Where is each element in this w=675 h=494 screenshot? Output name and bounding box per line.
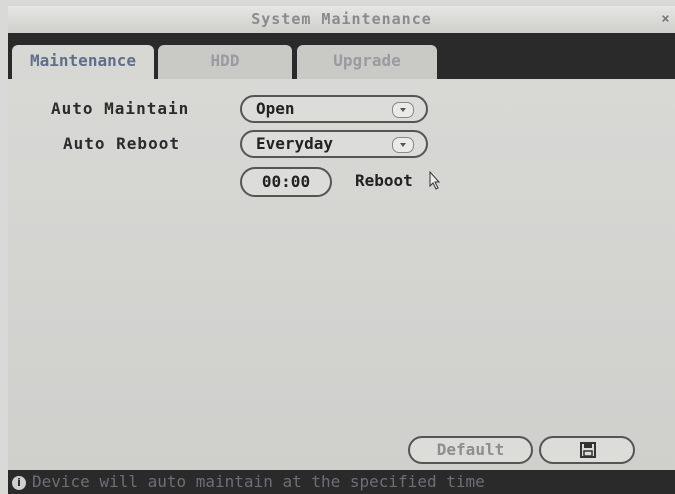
auto-reboot-value: Everyday [256, 134, 334, 153]
tab-upgrade[interactable]: Upgrade [297, 45, 437, 79]
auto-reboot-select[interactable]: Everyday [240, 130, 428, 158]
maintenance-panel: Auto Maintain Open Auto Reboot Everyday … [8, 79, 675, 470]
auto-reboot-label: Auto Reboot [63, 134, 180, 153]
chevron-down-icon[interactable] [392, 137, 414, 153]
auto-maintain-value: Open [256, 99, 295, 118]
tab-strip: Maintenance HDD Upgrade [8, 33, 675, 81]
reboot-label: Reboot [355, 171, 413, 190]
close-icon[interactable]: × [659, 6, 673, 33]
save-icon [580, 442, 596, 458]
tab-maintenance[interactable]: Maintenance [12, 45, 154, 81]
status-message: Device will auto maintain at the specifi… [32, 472, 485, 491]
title-bar: System Maintenance × [8, 6, 675, 33]
info-icon: i [12, 476, 26, 490]
auto-maintain-label: Auto Maintain [51, 99, 190, 118]
dialog-window: System Maintenance × Maintenance HDD Upg… [8, 6, 675, 494]
save-button[interactable] [539, 436, 635, 464]
default-button[interactable]: Default [408, 436, 533, 464]
status-bar: i Device will auto maintain at the specif… [8, 470, 675, 494]
reboot-time-input[interactable]: 00:00 [240, 167, 332, 197]
chevron-down-icon[interactable] [392, 102, 414, 118]
auto-maintain-select[interactable]: Open [240, 95, 428, 123]
window-title: System Maintenance [251, 10, 432, 28]
tab-hdd[interactable]: HDD [158, 45, 292, 79]
mouse-cursor-icon [429, 171, 441, 190]
